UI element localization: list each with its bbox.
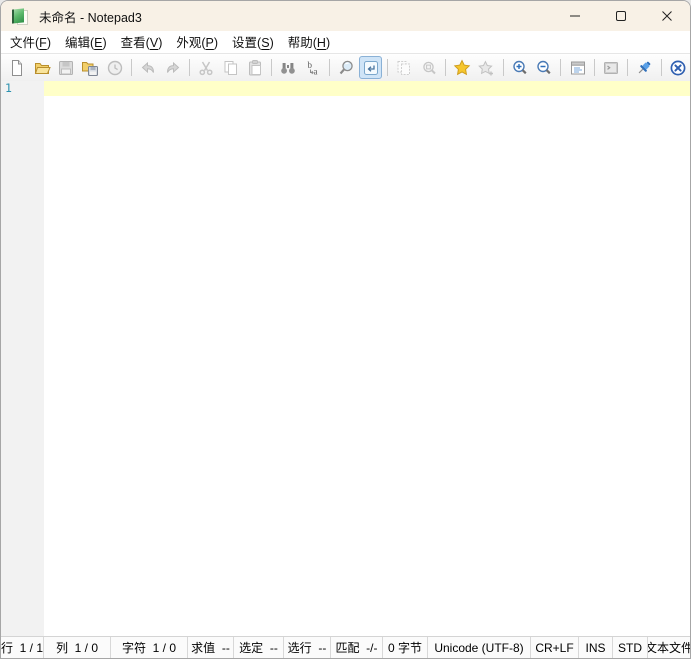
- status-selection[interactable]: 选定 --: [234, 637, 284, 658]
- replace-button[interactable]: ba: [302, 56, 324, 79]
- status-character-position[interactable]: 字符 1 / 0: [111, 637, 188, 658]
- toolbar-separator: [502, 59, 504, 76]
- status-bar: 行 1 / 1列 1 / 0 字符 1 / 0 求值 -- 选定 -- 选行 -- 匹配 …: [1, 636, 690, 658]
- status-file-scheme[interactable]: 文本文件: [648, 637, 690, 658]
- toolbar-separator: [627, 59, 629, 76]
- status-column-position[interactable]: 列 1 / 0: [44, 637, 111, 658]
- copy-button: [219, 56, 241, 79]
- add-favorite-button: [475, 56, 497, 79]
- save-button: [55, 56, 77, 79]
- maximize-button[interactable]: [598, 1, 644, 31]
- toolbar-separator: [188, 59, 190, 76]
- star-icon: [453, 58, 471, 77]
- current-line-highlight: [44, 81, 690, 96]
- cut-button: [195, 56, 217, 79]
- menu-item-file[interactable]: 文件(F): [3, 31, 58, 53]
- pin-on-top-button[interactable]: [633, 56, 655, 79]
- star-plus-icon: [477, 59, 495, 77]
- magnifier-plus-icon: [511, 59, 529, 77]
- menu-item-edit[interactable]: 编辑(E): [58, 31, 114, 53]
- status-encoding[interactable]: Unicode (UTF-8): [428, 637, 531, 658]
- new-file-button[interactable]: [6, 56, 28, 79]
- notepad3-app-icon: [11, 7, 28, 25]
- word-wrap-return-icon: [362, 59, 380, 77]
- close-icon: [662, 11, 672, 21]
- line-number: 1: [5, 81, 12, 95]
- folder-floppy-icon: [81, 59, 99, 77]
- status-line-position[interactable]: 行 1 / 1: [1, 637, 44, 658]
- word-wrap-button[interactable]: [359, 56, 382, 79]
- magnifier-minus-icon: [535, 59, 553, 77]
- close-button[interactable]: [644, 1, 690, 31]
- circle-x-icon: [669, 59, 687, 77]
- title-bar: 未命名 - Notepad3: [1, 1, 690, 31]
- reset-zoom-button: [417, 56, 439, 79]
- copy-pages-icon: [222, 59, 240, 77]
- maximize-icon: [616, 11, 626, 21]
- paste-button: [244, 56, 266, 79]
- toolbar-separator: [560, 59, 562, 76]
- text-area[interactable]: [44, 81, 690, 636]
- status-file-size[interactable]: 0 字节: [383, 637, 428, 658]
- scissors-icon: [197, 59, 215, 77]
- execute-button: [600, 56, 622, 79]
- window-title: 未命名 - Notepad3: [39, 10, 142, 25]
- properties-window-icon: [569, 59, 587, 77]
- menu-item-appearance[interactable]: 外观(P): [169, 31, 225, 53]
- status-override-mode[interactable]: STD: [613, 637, 648, 658]
- status-insert-mode[interactable]: INS: [579, 637, 613, 658]
- minimize-icon: [570, 15, 580, 17]
- notepad3-window: 未命名 - Notepad3 文件(F) 编辑(E) 查看(V) 外观(P) 设置(S)…: [0, 0, 691, 659]
- editor-area[interactable]: 1: [1, 81, 690, 636]
- undo-button: [137, 56, 159, 79]
- magnifier-document-icon: [337, 59, 355, 77]
- status-occurrences[interactable]: 匹配 -/-: [331, 637, 383, 658]
- terminal-window-icon: [602, 59, 620, 77]
- find-button[interactable]: [277, 56, 299, 79]
- replace-ba-icon: ba: [304, 59, 322, 77]
- undo-arrow-icon: [139, 59, 157, 77]
- save-as-button[interactable]: [79, 56, 101, 79]
- svg-text:a: a: [313, 66, 317, 76]
- minimize-button[interactable]: [552, 1, 598, 31]
- window-controls: [552, 1, 690, 31]
- floppy-save-icon: [57, 59, 75, 77]
- binoculars-icon: [279, 59, 297, 77]
- light-pages-icon: [395, 59, 413, 77]
- search-document-button[interactable]: [335, 56, 357, 79]
- pushpin-icon: [635, 59, 653, 77]
- toolbar-separator: [131, 59, 133, 76]
- settings-button[interactable]: [566, 56, 588, 79]
- toolbar-separator: [329, 59, 331, 76]
- menu-item-settings[interactable]: 设置(S): [225, 31, 281, 53]
- zoom-out-button[interactable]: [533, 56, 555, 79]
- toolbar: ba: [1, 53, 690, 81]
- menu-item-help[interactable]: 帮助(H): [281, 31, 337, 53]
- toolbar-separator: [593, 59, 595, 76]
- line-number-margin: 1: [1, 81, 44, 636]
- toolbar-separator: [444, 59, 446, 76]
- toolbar-separator: [271, 59, 273, 76]
- toolbar-separator: [386, 59, 388, 76]
- zoom-in-button[interactable]: [509, 56, 531, 79]
- history-clock-icon: [106, 59, 124, 77]
- svg-text:b: b: [307, 60, 312, 70]
- clipboard-paste-icon: [246, 59, 264, 77]
- new-file-icon: [8, 59, 26, 77]
- redo-button: [162, 56, 184, 79]
- redo-arrow-icon: [164, 59, 182, 77]
- file-history-button: [104, 56, 126, 79]
- toolbar-separator: [660, 59, 662, 76]
- open-file-button[interactable]: [30, 56, 52, 79]
- open-folder-icon: [33, 59, 51, 77]
- status-selected-lines[interactable]: 选行 --: [284, 637, 331, 658]
- magnifier-selection-icon: [420, 59, 438, 77]
- save-copy-button: [393, 56, 415, 79]
- menu-item-view[interactable]: 查看(V): [114, 31, 170, 53]
- exit-button[interactable]: [667, 56, 689, 79]
- status-evaluation[interactable]: 求值 --: [188, 637, 234, 658]
- open-favorites-button[interactable]: [451, 56, 473, 79]
- status-eol-mode[interactable]: CR+LF: [531, 637, 579, 658]
- menu-bar: 文件(F) 编辑(E) 查看(V) 外观(P) 设置(S) 帮助(H): [1, 31, 690, 53]
